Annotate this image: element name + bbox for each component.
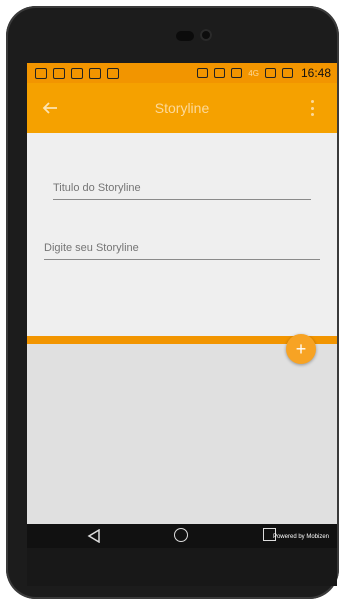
app-toolbar: Storyline: [27, 83, 337, 133]
clock: 16:48: [300, 66, 331, 80]
overflow-menu-button[interactable]: [311, 100, 315, 116]
plus-icon: +: [295, 339, 307, 359]
network-type-label: 4G: [248, 68, 259, 78]
front-camera: [200, 29, 212, 41]
bottom-bezel: [27, 548, 337, 586]
device-icon: [71, 67, 83, 79]
phone-screen: 4G 16:48 Storyline Titulo do Storyline D…: [27, 63, 337, 548]
more-vert-icon: [311, 100, 314, 103]
whatsapp-icon: [35, 67, 47, 79]
add-fab-button[interactable]: +: [286, 334, 316, 364]
page-title: Storyline: [154, 100, 210, 116]
wifi-icon: [231, 68, 243, 78]
storyline-title-field[interactable]: [53, 179, 311, 200]
status-bar: 4G 16:48: [27, 63, 337, 83]
notification-icons: [27, 67, 119, 79]
facebook-icon: [89, 67, 101, 79]
phone-frame: 4G 16:48 Storyline Titulo do Storyline D…: [6, 6, 339, 599]
storyline-form: [27, 133, 337, 336]
cast-icon: [197, 68, 209, 78]
signal-icon: [264, 68, 276, 78]
flag-icon: [107, 67, 119, 79]
alarm-icon: [214, 68, 226, 78]
android-nav-bar: Powered by Mobizen: [27, 524, 337, 548]
gallery-icon: [53, 67, 65, 79]
powered-by-label: Powered by Mobizen: [272, 534, 329, 540]
nav-back-triangle-icon[interactable]: [87, 529, 101, 543]
nav-home-circle-icon[interactable]: [174, 528, 188, 542]
earpiece: [176, 31, 194, 41]
battery-icon: [281, 68, 293, 78]
storyline-text-field[interactable]: [44, 239, 320, 260]
system-icons: 4G 16:48: [197, 66, 337, 80]
